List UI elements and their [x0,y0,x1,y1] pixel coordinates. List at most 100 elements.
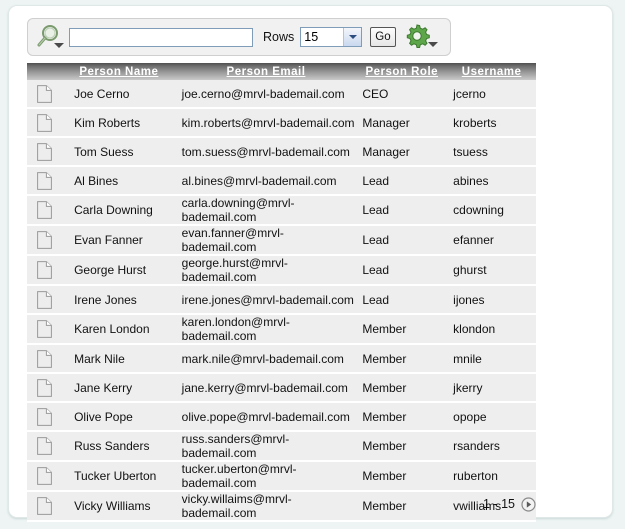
table-row[interactable]: Tom Suesstom.suess@mrvl-bademail.comMana… [27,137,536,166]
row-document-icon[interactable] [27,80,62,108]
chevron-down-icon [428,42,438,47]
cell-username: ghurst [447,255,536,285]
cell-person-role: Member [356,461,447,491]
cell-person-email: al.bines@mrvl-bademail.com [176,166,357,195]
cell-person-name: Olive Pope [62,402,176,431]
table-row[interactable]: George Hurstgeorge.hurst@mrvl-bademail.c… [27,255,536,285]
cell-username: mnile [447,344,536,373]
row-document-icon[interactable] [27,137,62,166]
cell-person-name: Karen London [62,314,176,344]
cell-username: jkerry [447,373,536,402]
cell-person-email: tucker.uberton@mrvl-bademail.com [176,461,357,491]
cell-person-role: Lead [356,225,447,255]
table-row[interactable]: Carla Downingcarla.downing@mrvl-bademail… [27,195,536,225]
cell-username: kroberts [447,108,536,137]
row-document-icon[interactable] [27,225,62,255]
people-table: Person Name Person Email Person Role Use… [27,63,536,522]
column-header-person-name[interactable]: Person Name [62,63,176,80]
document-icon [37,437,52,455]
cell-username: abines [447,166,536,195]
cell-person-name: Mark Nile [62,344,176,373]
table-row[interactable]: Karen Londonkaren.london@mrvl-bademail.c… [27,314,536,344]
cell-username: efanner [447,225,536,255]
document-icon [37,201,52,219]
go-button[interactable]: Go [370,27,395,47]
cell-username: opope [447,402,536,431]
cell-person-role: Member [356,402,447,431]
column-header-username[interactable]: Username [447,63,536,80]
row-document-icon[interactable] [27,195,62,225]
cell-person-email: olive.pope@mrvl-bademail.com [176,402,357,431]
cell-username: ijones [447,285,536,314]
cell-person-email: carla.downing@mrvl-bademail.com [176,195,357,225]
cell-person-name: Jane Kerry [62,373,176,402]
cell-username: klondon [447,314,536,344]
column-header-label: Person Role [365,66,438,78]
cell-person-name: Tucker Uberton [62,461,176,491]
document-icon [37,85,52,103]
cell-person-role: Member [356,314,447,344]
cell-person-email: joe.cerno@mrvl-bademail.com [176,80,357,108]
column-header-label: Username [462,66,522,78]
cell-username: jcerno [447,80,536,108]
search-icon[interactable] [35,23,65,51]
grid-toolbar: Rows 15 Go [27,18,451,56]
row-document-icon[interactable] [27,402,62,431]
row-document-icon[interactable] [27,166,62,195]
rows-select[interactable]: 15 [300,27,362,47]
cell-person-role: Member [356,344,447,373]
cell-person-name: Tom Suess [62,137,176,166]
next-page-icon[interactable] [521,497,536,512]
cell-person-name: George Hurst [62,255,176,285]
table-row[interactable]: Jane Kerryjane.kerry@mrvl-bademail.comMe… [27,373,536,402]
table-row[interactable]: Tucker Ubertontucker.uberton@mrvl-badema… [27,461,536,491]
row-document-icon[interactable] [27,285,62,314]
column-header-person-email[interactable]: Person Email [176,63,357,80]
table-row[interactable]: Irene Jonesirene.jones@mrvl-bademail.com… [27,285,536,314]
cell-person-name: Russ Sanders [62,431,176,461]
cell-person-email: kim.roberts@mrvl-bademail.com [176,108,357,137]
cell-person-email: evan.fanner@mrvl-bademail.com [176,225,357,255]
cell-person-role: Member [356,431,447,461]
settings-gear-icon[interactable] [404,23,438,51]
table-row[interactable]: Olive Popeolive.pope@mrvl-bademail.comMe… [27,402,536,431]
table-row[interactable]: Kim Robertskim.roberts@mrvl-bademail.com… [27,108,536,137]
document-icon [37,350,52,368]
cell-person-email: mark.nile@mrvl-bademail.com [176,344,357,373]
row-document-icon[interactable] [27,431,62,461]
table-row[interactable]: Al Binesal.bines@mrvl-bademail.comLeadab… [27,166,536,195]
row-document-icon[interactable] [27,461,62,491]
table-row[interactable]: Joe Cernojoe.cerno@mrvl-bademail.comCEOj… [27,80,536,108]
row-document-icon[interactable] [27,255,62,285]
document-icon [37,172,52,190]
cell-person-name: Kim Roberts [62,108,176,137]
table-row[interactable]: Mark Nilemark.nile@mrvl-bademail.comMemb… [27,344,536,373]
cell-person-role: Lead [356,255,447,285]
pagination: 1 - 15 [27,493,536,515]
table-row[interactable]: Russ Sandersruss.sanders@mrvl-bademail.c… [27,431,536,461]
column-header-label: Person Name [79,66,158,78]
cell-person-email: karen.london@mrvl-bademail.com [176,314,357,344]
cell-person-name: Carla Downing [62,195,176,225]
document-icon [37,143,52,161]
document-icon [37,291,52,309]
row-document-icon[interactable] [27,314,62,344]
cell-person-name: Evan Fanner [62,225,176,255]
cell-person-role: Member [356,373,447,402]
row-document-icon[interactable] [27,108,62,137]
chevron-down-icon [54,43,64,48]
document-icon [37,261,52,279]
document-icon [37,467,52,485]
column-header-person-role[interactable]: Person Role [356,63,447,80]
pagination-range: 1 - 15 [483,497,515,511]
cell-person-role: Lead [356,195,447,225]
search-input[interactable] [69,28,253,47]
table-row[interactable]: Evan Fannerevan.fanner@mrvl-bademail.com… [27,225,536,255]
cell-person-role: Lead [356,166,447,195]
row-document-icon[interactable] [27,373,62,402]
select-arrow-icon [343,28,361,46]
cell-person-email: george.hurst@mrvl-bademail.com [176,255,357,285]
gear-icon [404,23,430,49]
row-document-icon[interactable] [27,344,62,373]
cell-person-role: Manager [356,108,447,137]
